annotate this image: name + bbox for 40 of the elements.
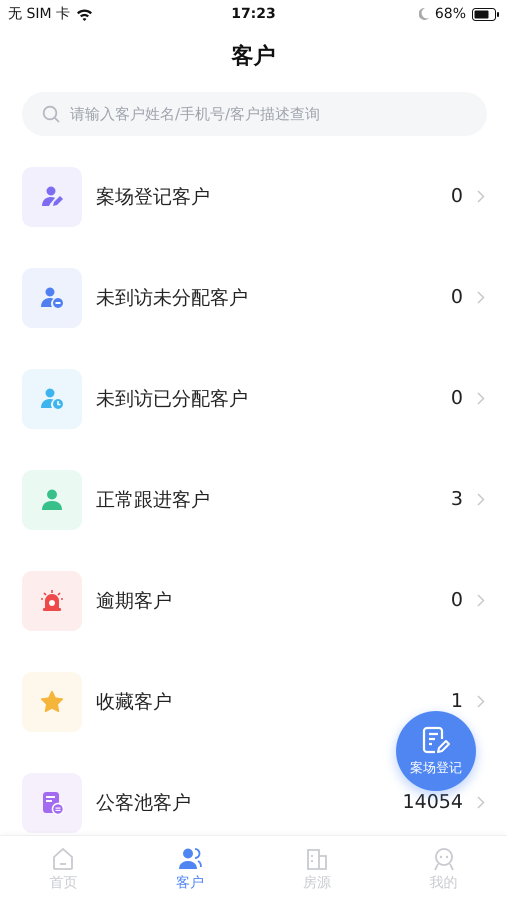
- customer-category-item[interactable]: 正常跟进客户 3: [0, 449, 507, 550]
- customer-category-item[interactable]: 未到访未分配客户 0: [0, 247, 507, 348]
- chevron-right-icon: [477, 695, 485, 708]
- people-icon: [178, 847, 202, 871]
- search-field[interactable]: 请输入客户姓名/手机号/客户描述查询: [22, 92, 487, 136]
- category-label: 正常跟进客户: [96, 488, 211, 512]
- category-label: 逾期客户: [96, 588, 173, 614]
- carrier-text: 无 SIM 卡: [8, 5, 70, 23]
- category-label: 未到访已分配客户: [96, 386, 249, 412]
- chevron-right-icon: [477, 190, 485, 203]
- category-label: 收藏客户: [96, 690, 173, 714]
- chevron-right-icon: [477, 594, 485, 607]
- customer-count: 0: [450, 591, 463, 610]
- home-icon: [51, 847, 76, 871]
- customer-category-item[interactable]: 未到访已分配客户 0: [0, 348, 507, 449]
- customer-category-item[interactable]: 逾期客户 0: [0, 550, 507, 651]
- wifi-icon: [76, 8, 93, 20]
- battery-percent: 68%: [434, 6, 466, 22]
- page-title: 客户: [232, 42, 276, 71]
- edit-document-icon: [421, 725, 451, 755]
- category-label: 案场登记客户: [96, 184, 211, 210]
- search-icon: [42, 105, 60, 123]
- chevron-right-icon: [477, 796, 485, 809]
- customer-count: 0: [450, 389, 463, 408]
- customer-count: 0: [450, 288, 463, 307]
- customer-count: 1: [450, 692, 463, 711]
- customer-category-item[interactable]: 案场登记客户 0: [0, 146, 507, 247]
- customer-count: 0: [450, 187, 463, 206]
- chevron-right-icon: [477, 392, 485, 405]
- moon-icon: [418, 8, 429, 20]
- chevron-right-icon: [477, 493, 485, 506]
- face-icon: [432, 847, 456, 871]
- chevron-right-icon: [477, 291, 485, 304]
- building-icon: [304, 847, 329, 871]
- clock-text: 17:23: [231, 6, 276, 22]
- customer-count: 3: [450, 490, 463, 509]
- category-label: 未到访未分配客户: [96, 286, 249, 310]
- battery-icon: [472, 8, 499, 20]
- customer-count: 14054: [402, 793, 463, 812]
- category-label: 公客池客户: [96, 790, 192, 816]
